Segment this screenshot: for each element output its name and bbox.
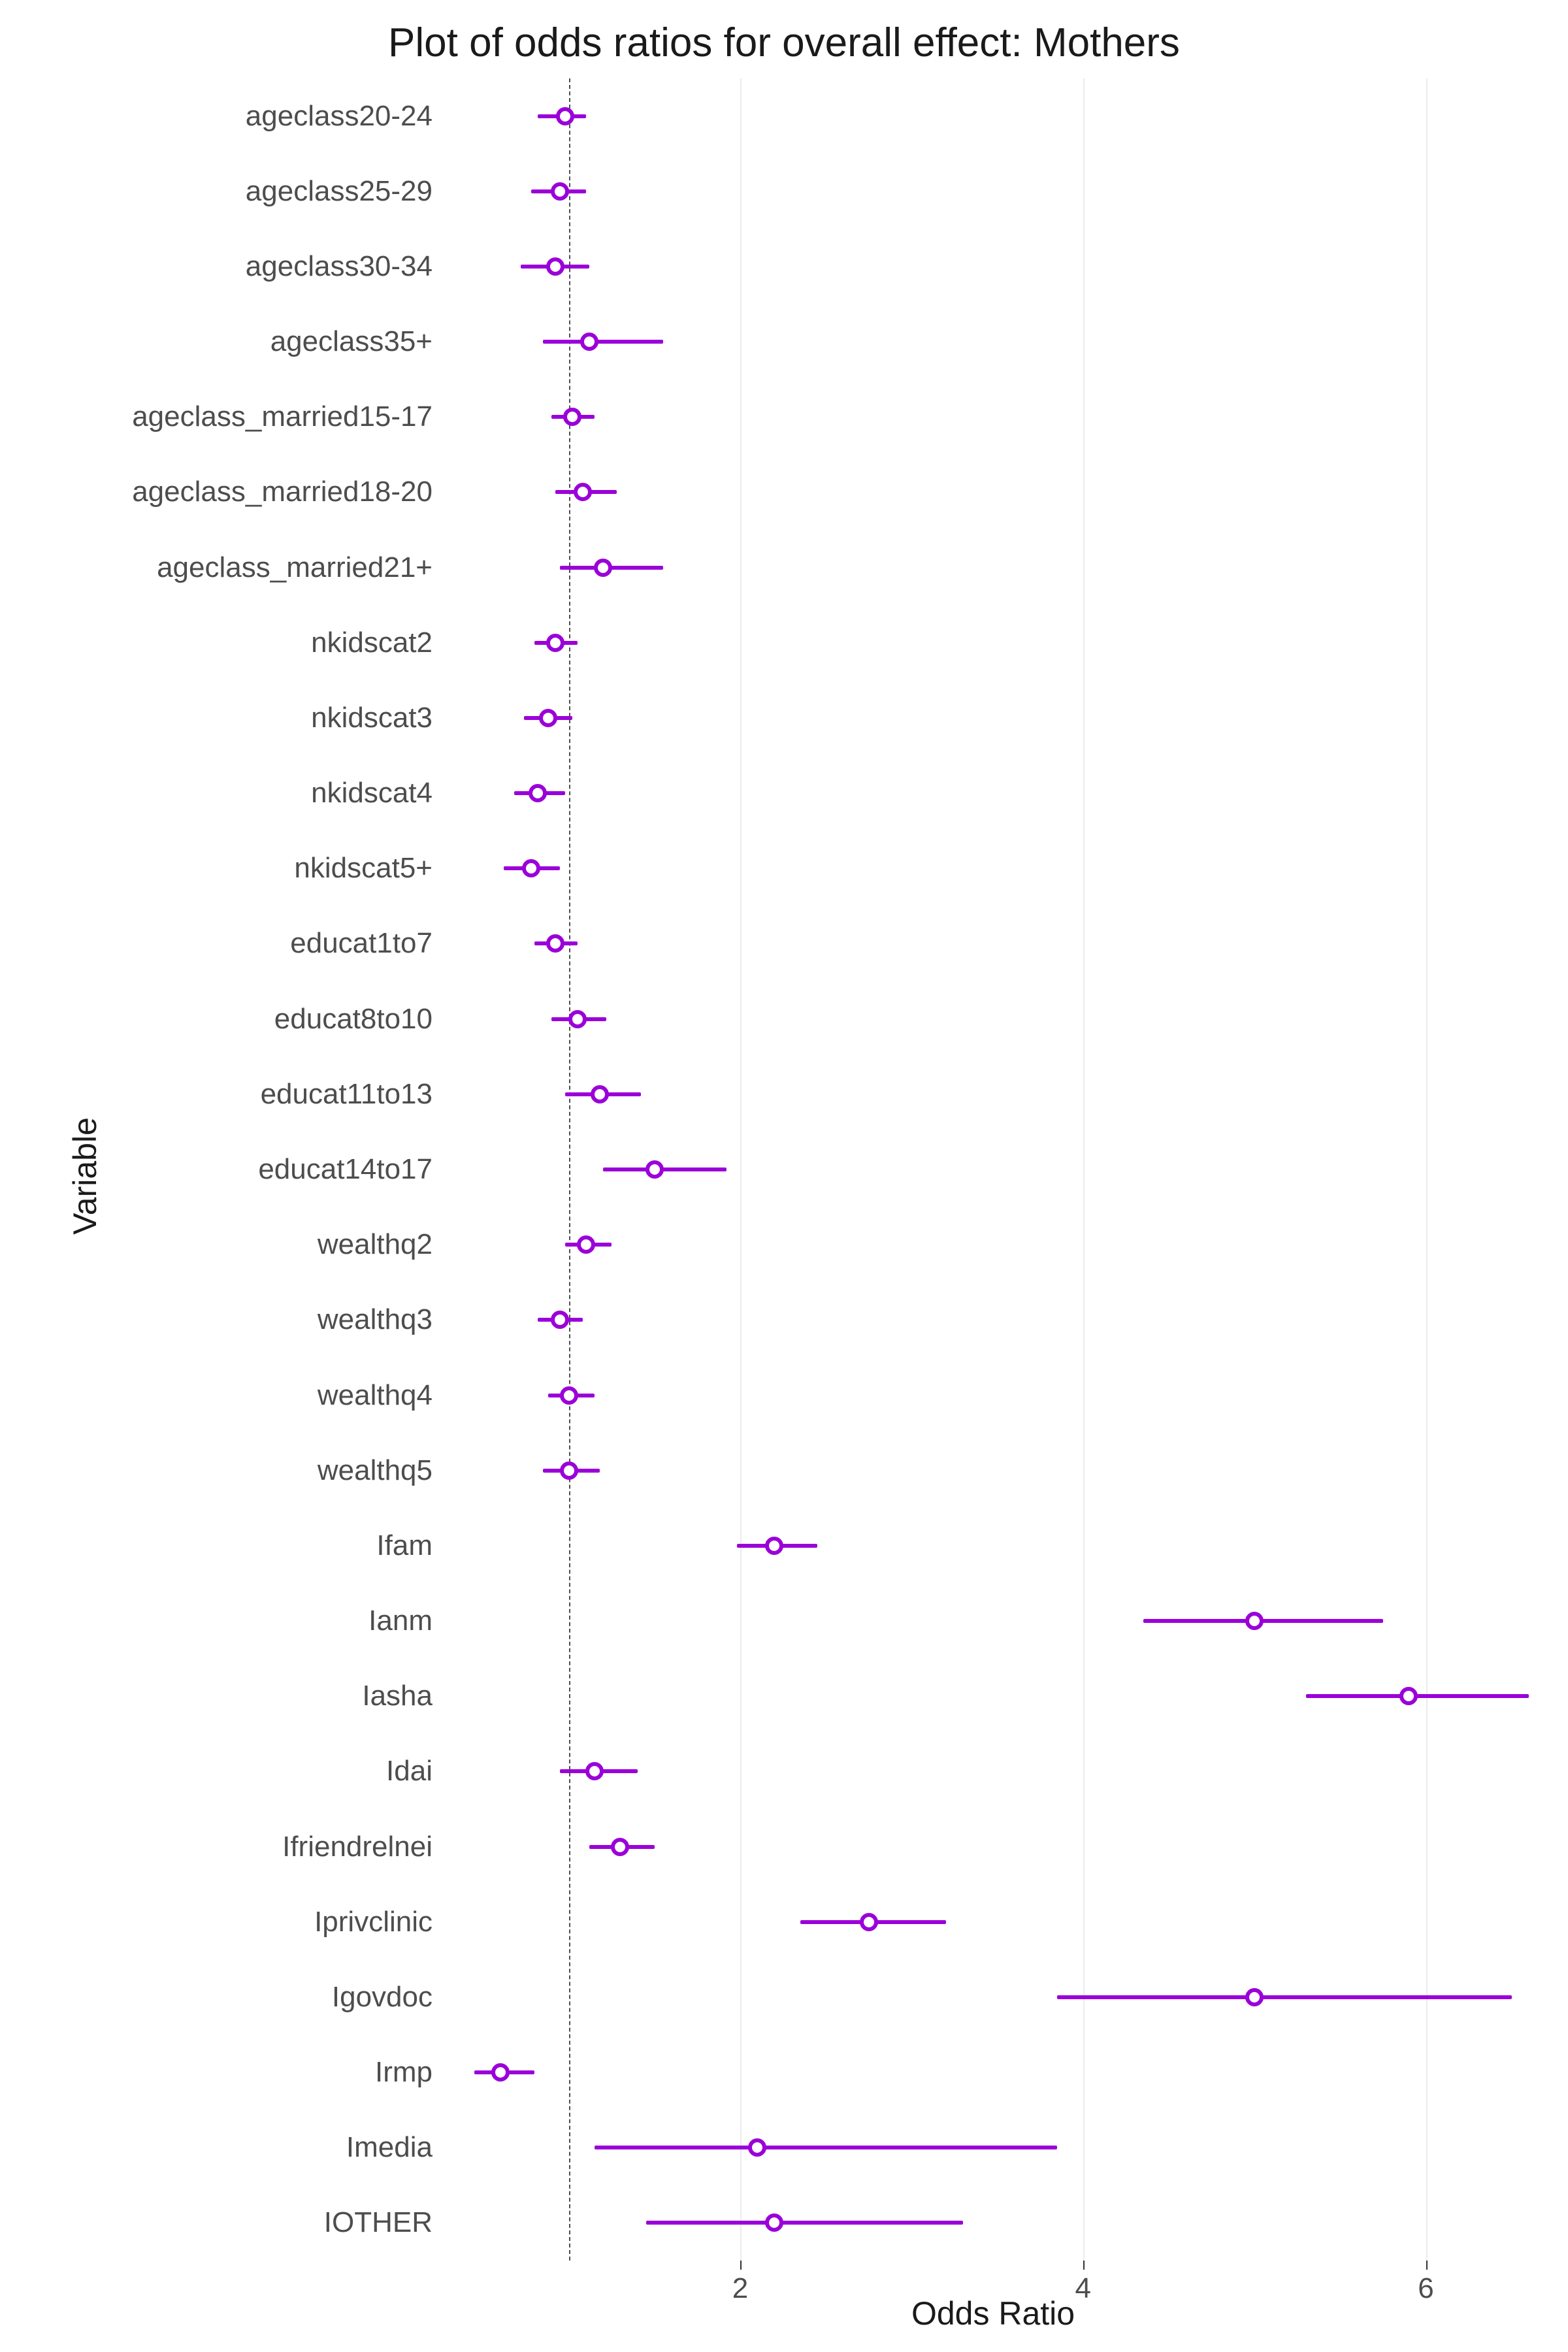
point-estimate: [645, 1160, 664, 1179]
point-estimate: [560, 1462, 578, 1480]
y-tick-label: ageclass_married21+: [157, 551, 433, 584]
y-tick-label: ageclass30-34: [246, 250, 433, 283]
y-tick-label: ageclass35+: [270, 325, 433, 358]
plot-area: [457, 78, 1529, 2261]
x-tick: [1426, 2261, 1428, 2270]
point-estimate: [1399, 1687, 1418, 1705]
error-bar: [646, 2221, 963, 2225]
point-estimate: [491, 2063, 510, 2082]
y-tick-label: Ianm: [368, 1605, 433, 1637]
point-estimate: [546, 634, 564, 652]
x-tick-label: 6: [1418, 2272, 1433, 2305]
point-estimate: [546, 934, 564, 953]
point-estimate: [563, 408, 581, 426]
y-tick-label: nkidscat3: [311, 702, 433, 734]
point-estimate: [560, 1386, 578, 1405]
v-gridline: [740, 78, 742, 2261]
y-tick-label: ageclass20-24: [246, 100, 433, 133]
y-tick-label: IOTHER: [324, 2206, 433, 2239]
reference-line: [569, 78, 570, 2261]
y-tick-label: wealthq5: [318, 1454, 433, 1487]
y-tick-label: ageclass_married18-20: [132, 476, 433, 508]
point-estimate: [611, 1838, 629, 1856]
point-estimate: [546, 257, 564, 276]
point-estimate: [551, 1311, 569, 1329]
y-tick-label: Iasha: [362, 1680, 433, 1712]
x-tick: [1083, 2261, 1085, 2270]
point-estimate: [522, 859, 540, 877]
y-tick-label: Imedia: [346, 2131, 433, 2164]
error-bar: [603, 1168, 727, 1171]
error-bar: [543, 340, 663, 344]
point-estimate: [748, 2138, 766, 2157]
point-estimate: [591, 1085, 609, 1103]
point-estimate: [860, 1913, 878, 1931]
y-tick-label: Idai: [386, 1755, 433, 1788]
y-tick-label: wealthq4: [318, 1379, 433, 1412]
point-estimate: [556, 107, 574, 125]
y-tick-label: educat14to17: [258, 1153, 433, 1186]
point-estimate: [529, 784, 547, 802]
y-tick-label: Ifriendrelnei: [282, 1831, 433, 1863]
y-tick-label: nkidscat5+: [294, 852, 433, 885]
point-estimate: [1245, 1988, 1264, 2006]
chart-title: Plot of odds ratios for overall effect: …: [0, 20, 1568, 66]
y-tick-label: Ifam: [376, 1529, 433, 1562]
point-estimate: [568, 1010, 587, 1028]
y-tick-label: nkidscat4: [311, 777, 433, 809]
error-bar: [1057, 1995, 1511, 1999]
y-tick-label: Iprivclinic: [314, 1906, 433, 1938]
point-estimate: [577, 1235, 595, 1254]
y-tick-label: educat8to10: [274, 1003, 433, 1036]
point-estimate: [765, 1537, 783, 1555]
v-gridline: [1083, 78, 1085, 2261]
y-tick-label: ageclass_married15-17: [132, 400, 433, 433]
point-estimate: [539, 709, 557, 727]
y-tick-label: Irmp: [375, 2056, 433, 2089]
point-estimate: [585, 1762, 604, 1780]
point-estimate: [580, 333, 598, 351]
x-tick-label: 4: [1075, 2272, 1091, 2305]
point-estimate: [574, 483, 592, 501]
chart-container: Plot of odds ratios for overall effect: …: [0, 0, 1568, 2352]
y-axis-labels: ageclass20-24 ageclass25-29 ageclass30-34 a…: [0, 78, 444, 2261]
x-tick: [740, 2261, 742, 2270]
y-tick-label: wealthq3: [318, 1303, 433, 1336]
v-gridline: [1426, 78, 1428, 2261]
error-bar: [595, 2146, 1057, 2149]
y-tick-label: educat1to7: [290, 927, 433, 960]
y-tick-label: ageclass25-29: [246, 175, 433, 208]
point-estimate: [551, 182, 569, 201]
point-estimate: [594, 559, 612, 577]
x-tick-label: 2: [732, 2272, 748, 2305]
x-axis-title: Odds Ratio: [457, 2295, 1529, 2332]
y-tick-label: wealthq2: [318, 1228, 433, 1261]
y-tick-label: nkidscat2: [311, 627, 433, 659]
y-tick-label: educat11to13: [261, 1078, 433, 1111]
point-estimate: [1245, 1612, 1264, 1630]
point-estimate: [765, 2213, 783, 2232]
y-tick-label: Igovdoc: [332, 1981, 433, 2014]
